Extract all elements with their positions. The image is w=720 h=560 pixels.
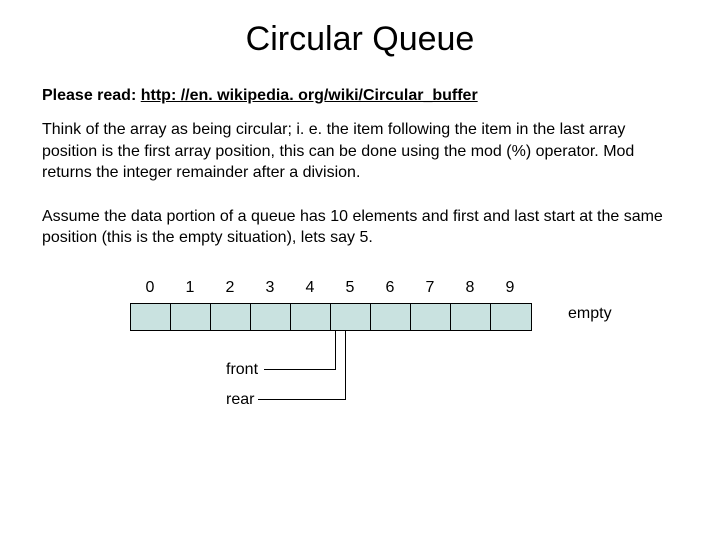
read-prefix: Please read: xyxy=(42,87,141,104)
array-cell xyxy=(291,304,331,330)
read-line: Please read: http: //en. wikipedia. org/… xyxy=(42,87,678,105)
front-label: front xyxy=(226,361,258,379)
index-label: 5 xyxy=(330,279,370,297)
index-label: 1 xyxy=(170,279,210,297)
array-cell xyxy=(211,304,251,330)
page-title: Circular Queue xyxy=(0,20,720,59)
array-cell xyxy=(331,304,371,330)
front-arrow-h xyxy=(264,369,336,370)
empty-label: empty xyxy=(568,305,612,323)
circular-buffer-link[interactable]: http: //en. wikipedia. org/wiki/Circular… xyxy=(141,87,478,104)
array-cell xyxy=(171,304,211,330)
paragraph-1: Think of the array as being circular; i.… xyxy=(42,119,678,184)
index-row: 0 1 2 3 4 5 6 7 8 9 xyxy=(130,279,530,297)
paragraph-2: Assume the data portion of a queue has 1… xyxy=(42,206,678,249)
index-label: 9 xyxy=(490,279,530,297)
index-label: 3 xyxy=(250,279,290,297)
front-arrow-v xyxy=(335,330,336,370)
index-label: 7 xyxy=(410,279,450,297)
index-label: 4 xyxy=(290,279,330,297)
index-label: 6 xyxy=(370,279,410,297)
array-diagram: 0 1 2 3 4 5 6 7 8 9 empty front rear xyxy=(130,279,670,449)
array-cell xyxy=(491,304,531,330)
array-cell xyxy=(131,304,171,330)
index-label: 2 xyxy=(210,279,250,297)
index-label: 8 xyxy=(450,279,490,297)
cell-row xyxy=(130,303,532,331)
array-cell xyxy=(411,304,451,330)
array-cell xyxy=(451,304,491,330)
rear-arrow-v xyxy=(345,330,346,400)
array-cell xyxy=(371,304,411,330)
rear-label: rear xyxy=(226,391,254,409)
index-label: 0 xyxy=(130,279,170,297)
array-cell xyxy=(251,304,291,330)
rear-arrow-h xyxy=(258,399,346,400)
content-area: Please read: http: //en. wikipedia. org/… xyxy=(0,87,720,449)
